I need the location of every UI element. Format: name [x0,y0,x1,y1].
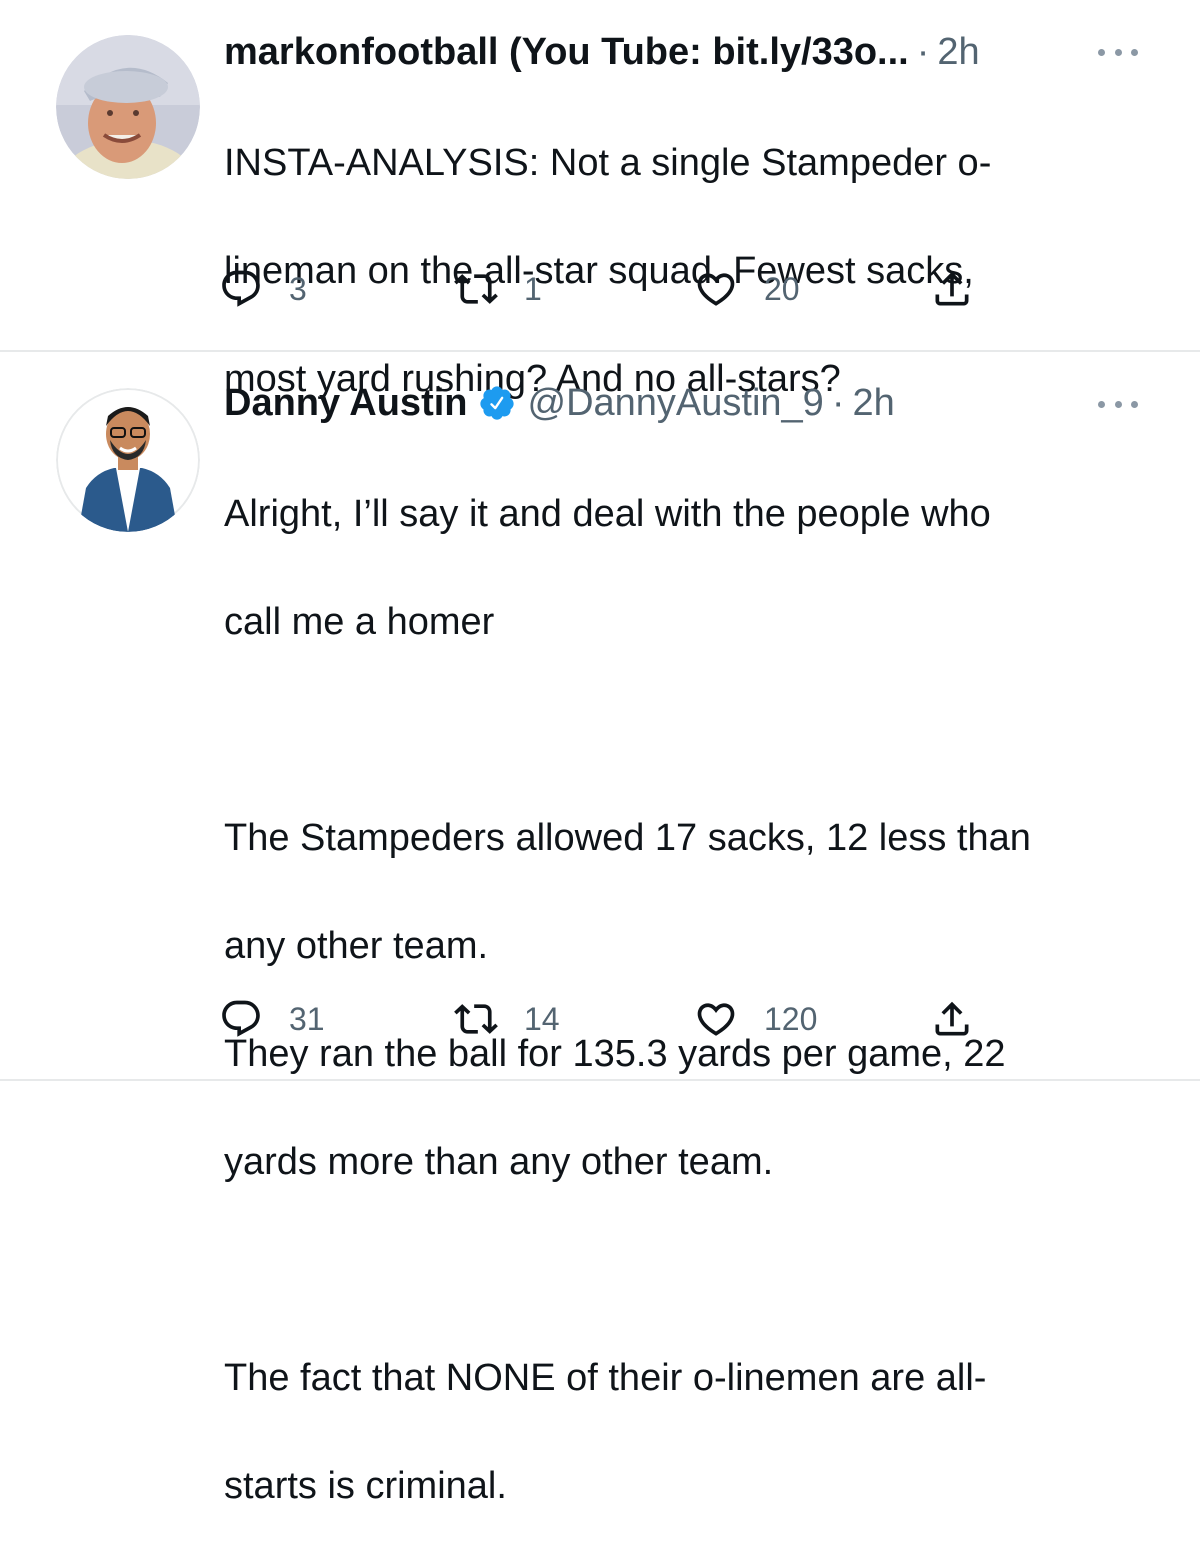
user-handle[interactable]: @DannyAustin_9 [528,381,824,425]
retweet-count: 14 [524,1000,560,1037]
action-bar: 31 14 120 [0,994,1200,1044]
separator-dot: · [831,382,845,424]
tweet-danny-austin[interactable]: Danny Austin @DannyAustin_9 · 2h Alright… [0,352,1200,1507]
text-line: yards more than any other team. [224,1141,774,1183]
like-button[interactable]: 20 [694,264,800,314]
text-line: starts is criminal. [224,1465,507,1507]
tweet-markonfootball[interactable]: markonfootball (You Tube: bit.ly/33o... … [0,0,1200,400]
action-bar: 3 1 20 [0,264,1200,314]
like-count: 120 [764,1000,818,1037]
share-button[interactable] [930,994,974,1044]
text-line: INSTA-ANALYSIS: Not a single Stampeder o… [224,142,992,184]
retweet-button[interactable]: 14 [454,994,560,1044]
heart-icon [697,1003,735,1036]
text-line: Alright, I’ll say it and deal with the p… [224,493,991,535]
reply-button[interactable]: 31 [219,994,325,1044]
reply-count: 31 [289,1000,325,1037]
retweet-icon [454,274,498,304]
timestamp[interactable]: 2h [937,30,979,74]
text-line: call me a homer [224,601,495,643]
share-icon [935,1001,969,1036]
like-button[interactable]: 120 [694,994,817,1044]
text-line [224,1243,1124,1297]
heart-icon [697,273,735,306]
more-options-icon[interactable] [1098,46,1138,58]
tweet-header: markonfootball (You Tube: bit.ly/33o... … [224,30,980,74]
reply-count: 3 [289,270,307,307]
text-line: any other team. [224,925,489,967]
reply-button[interactable]: 3 [219,264,307,314]
display-name[interactable]: markonfootball (You Tube: bit.ly/33o... [224,30,909,74]
share-button[interactable] [930,264,974,314]
text-line: The fact that NONE of their o-linemen ar… [224,1357,987,1399]
avatar[interactable] [56,388,200,532]
retweet-count: 1 [524,270,542,307]
separator-dot: · [916,31,930,73]
avatar[interactable] [56,35,200,179]
display-name[interactable]: Danny Austin [224,381,468,425]
retweet-button[interactable]: 1 [454,264,542,314]
like-count: 20 [764,270,800,307]
more-options-icon[interactable] [1098,398,1138,410]
share-icon [935,271,969,306]
text-line [224,703,1124,757]
timestamp[interactable]: 2h [852,381,894,425]
tweet-header: Danny Austin @DannyAustin_9 · 2h [224,381,895,425]
verified-badge-icon [479,386,514,420]
retweet-icon [454,1004,498,1034]
text-line: The Stampeders allowed 17 sacks, 12 less… [224,817,1031,859]
reply-icon [222,1000,260,1037]
reply-icon [222,270,260,307]
